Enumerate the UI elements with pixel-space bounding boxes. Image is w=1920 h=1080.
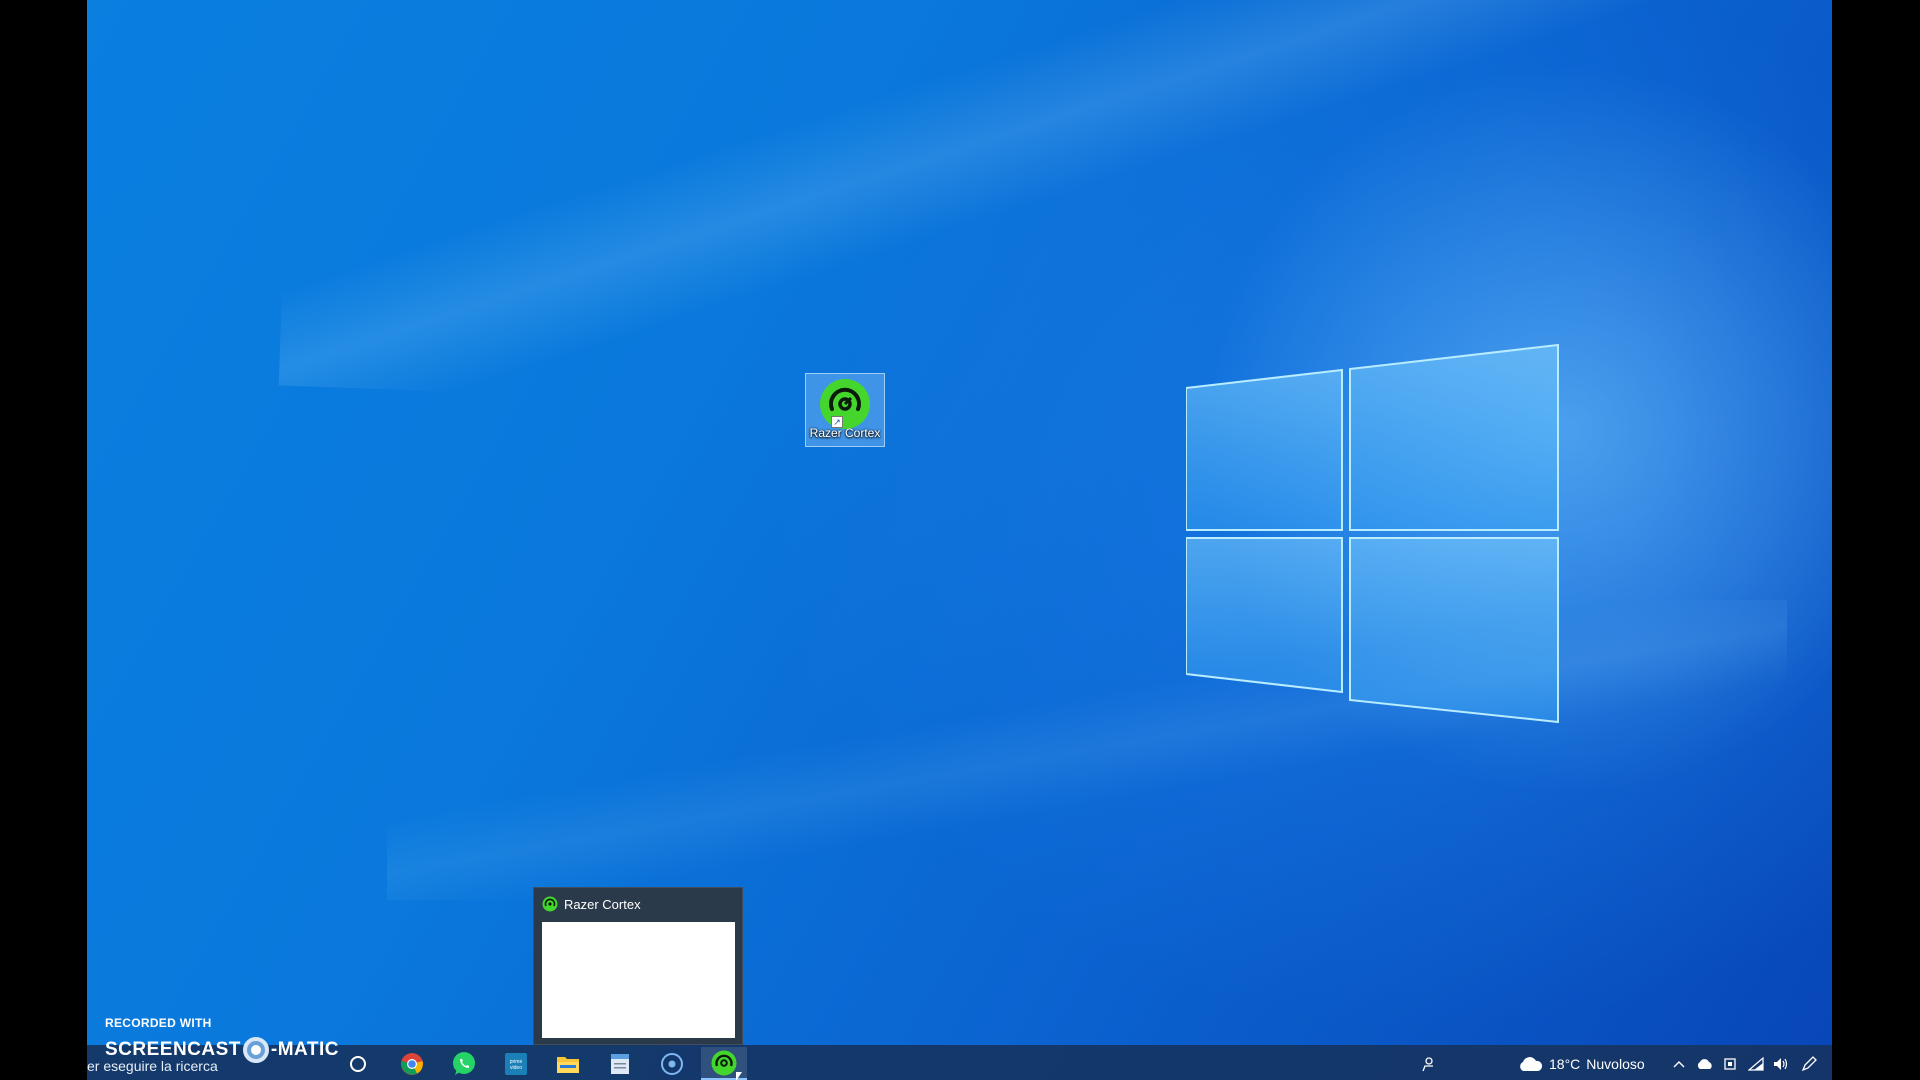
- cloud-icon: [1520, 1056, 1543, 1071]
- media-circle-icon[interactable]: [649, 1047, 695, 1080]
- screencast-logo-icon: [242, 1037, 269, 1063]
- desktop-shortcut-razer-cortex[interactable]: ↗ Razer Cortex: [805, 373, 885, 447]
- weather-condition: Nuvoloso: [1586, 1055, 1645, 1072]
- people-icon[interactable]: [1419, 1055, 1437, 1073]
- notepad-icon[interactable]: [597, 1047, 643, 1080]
- screencast-o-matic-watermark: RECORDED WITH SCREENCAST - MATIC: [105, 1016, 338, 1063]
- chevron-up-icon[interactable]: [1670, 1055, 1688, 1073]
- cortana-circle-icon[interactable]: [335, 1047, 381, 1080]
- desktop[interactable]: ↗ Razer Cortex: [87, 0, 1832, 1080]
- weather-widget[interactable]: 18°C Nuvoloso: [1517, 1047, 1645, 1080]
- prime-video-icon[interactable]: prime video: [493, 1047, 539, 1080]
- taskbar-thumbnail-preview[interactable]: Razer Cortex: [533, 887, 743, 1045]
- folder-icon[interactable]: [545, 1047, 591, 1080]
- preview-title: Razer Cortex: [564, 896, 641, 912]
- chrome-icon[interactable]: [389, 1047, 435, 1080]
- preview-thumbnail[interactable]: [542, 922, 735, 1038]
- windows-logo-wallpaper: [1186, 343, 1559, 724]
- svg-text:video: video: [510, 1065, 522, 1071]
- meet-icon[interactable]: [1721, 1055, 1739, 1073]
- razer-cortex-icon: [542, 896, 558, 912]
- mouse-cursor-icon: [736, 1072, 742, 1080]
- volume-icon[interactable]: [1772, 1055, 1790, 1073]
- wallpaper-light-beam: [387, 600, 1787, 900]
- weather-temp: 18°C: [1549, 1055, 1581, 1072]
- pen-icon[interactable]: [1800, 1055, 1818, 1073]
- shortcut-arrow-icon: ↗: [831, 416, 843, 428]
- onedrive-icon[interactable]: [1696, 1055, 1714, 1073]
- razer-cortex-icon: ↗: [819, 378, 871, 430]
- network-icon[interactable]: [1747, 1055, 1765, 1073]
- whatsapp-icon[interactable]: [441, 1047, 487, 1080]
